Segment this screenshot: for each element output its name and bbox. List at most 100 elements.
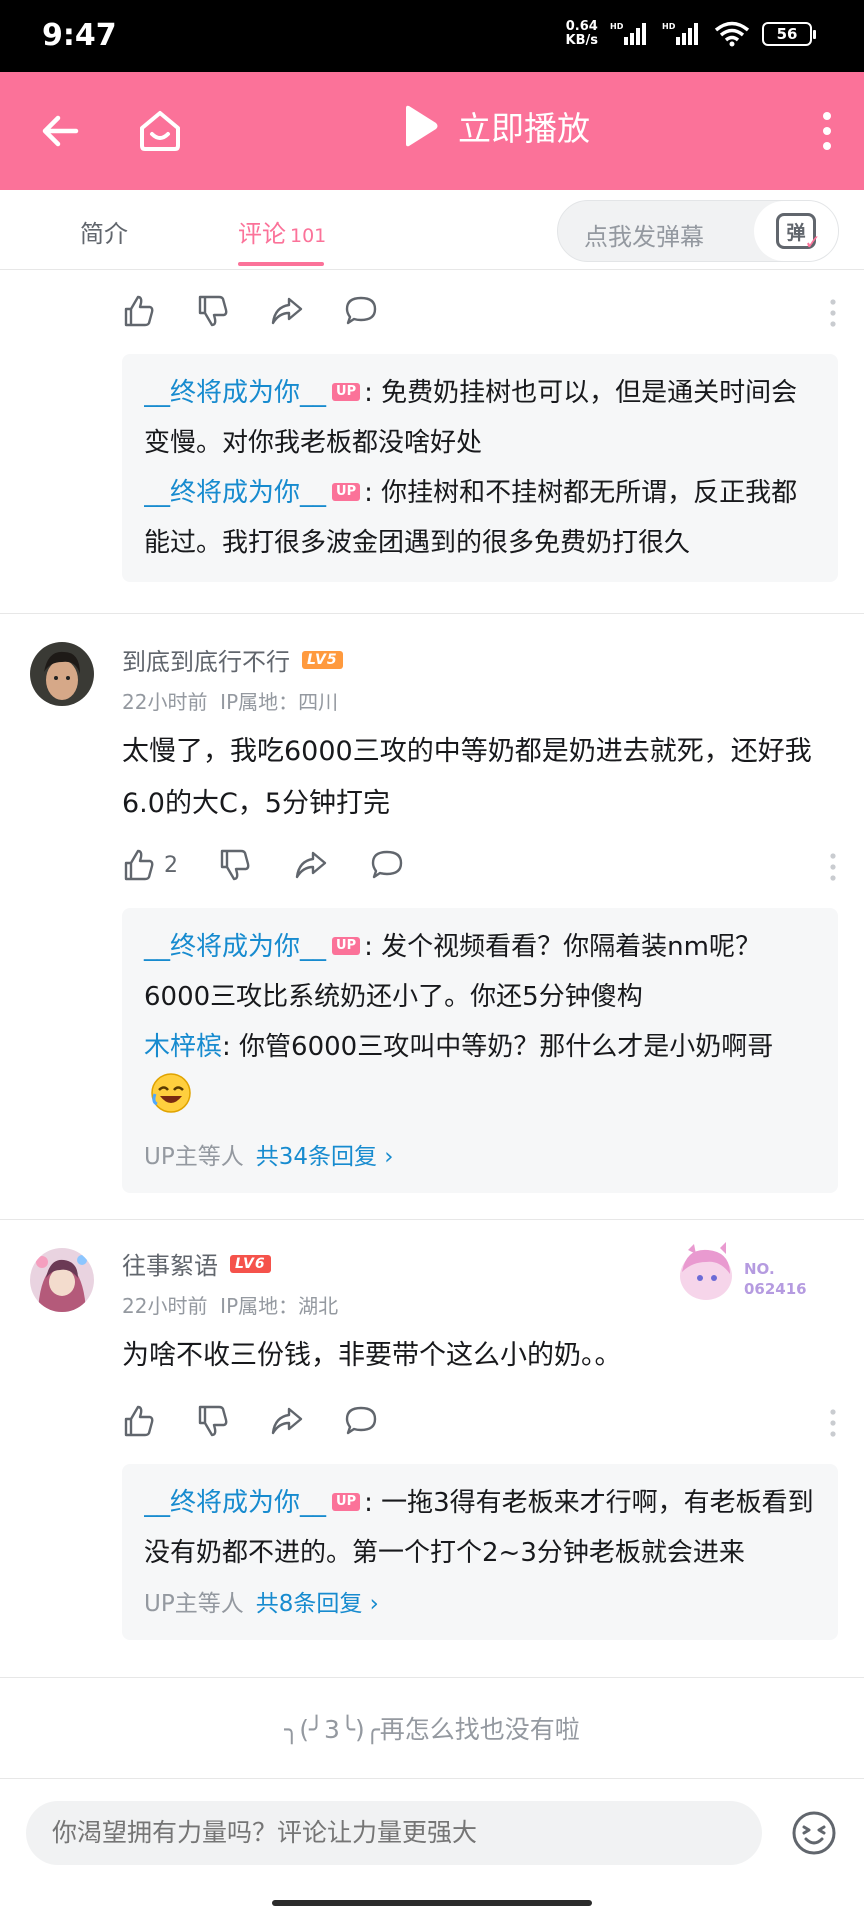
avatar[interactable] <box>30 642 94 706</box>
comment-divider <box>0 613 864 614</box>
tab-intro[interactable]: 简介 <box>80 214 128 249</box>
up-tag: UP <box>332 936 361 955</box>
comment-input-bar <box>0 1778 864 1920</box>
signal-icon: HD <box>610 22 646 45</box>
tab-indicator <box>238 262 324 266</box>
status-icons: 0.64 KB/s HD HD 56 <box>565 19 816 48</box>
fan-medal: NO. 062416 <box>668 1242 818 1312</box>
tab-comments[interactable]: 评论 101 <box>238 214 326 249</box>
comment-divider <box>0 1677 864 1678</box>
home-icon[interactable] <box>134 104 186 156</box>
danmaku-input[interactable]: 点我发弹幕 <box>584 217 704 252</box>
reply-item: __终将成为你__ UP: 你挂树和不挂树都无所谓，反正我都能过。我打很多波金团遇… <box>144 478 798 558</box>
reply-preview[interactable]: __终将成为你__ UP: 一拖3得有老板来才行啊，有老板看到没有奶都不进的。第一… <box>122 1464 838 1640</box>
reply-item: __终将成为你__ UP: 发个视频看看？你隔着装nm呢？6000三攻比系统奶还小… <box>144 932 761 1012</box>
dislike-button[interactable] <box>196 1404 230 1438</box>
video-header: 立即播放 <box>0 72 864 190</box>
thumb-down-icon <box>198 1405 228 1437</box>
comment-actions <box>122 294 840 336</box>
dislike-button[interactable] <box>218 848 252 882</box>
level-badge: LV5 <box>302 650 343 669</box>
end-of-list-hint: ╮(╯3╰)╭再怎么找也没有啦 <box>284 1715 580 1744</box>
share-icon <box>271 1407 303 1435</box>
danmaku-icon: 弹 ✓ <box>776 213 821 254</box>
reply-button[interactable] <box>370 848 404 882</box>
dislike-button[interactable] <box>196 294 230 328</box>
comment-bubble-icon <box>371 850 403 879</box>
reply-button[interactable] <box>344 1404 378 1438</box>
more-vertical-icon[interactable] <box>812 106 842 156</box>
play-now-label: 立即播放 <box>458 109 590 148</box>
reply-button[interactable] <box>344 294 378 328</box>
share-button[interactable] <box>294 848 328 882</box>
comment-more-icon[interactable] <box>828 852 838 882</box>
check-icon: ✓ <box>804 230 821 254</box>
username[interactable]: 往事絮语 <box>122 1246 218 1281</box>
laughing-emoji-icon <box>150 1072 192 1131</box>
reply-preview[interactable]: __终将成为你__ UP: 发个视频看看？你隔着装nm呢？6000三攻比系统奶还小… <box>122 908 838 1193</box>
status-time: 9:47 <box>42 18 117 53</box>
level-badge: LV6 <box>230 1254 271 1273</box>
reply-summary[interactable]: UP主等人 共8条回复 › <box>144 1582 816 1626</box>
comment-user: 往事絮语 LV6 <box>122 1246 271 1281</box>
comment-more-icon[interactable] <box>828 1408 838 1438</box>
comment-text: 太慢了，我吃6000三攻的中等奶都是奶进去就死，还好我6.0的大C，5分钟打完 <box>122 736 812 819</box>
up-tag: UP <box>332 482 361 501</box>
tab-bar: 简介 评论 101 点我发弹幕 弹 ✓ <box>0 190 864 270</box>
comment-actions <box>122 1404 840 1446</box>
share-icon <box>295 851 327 879</box>
thumb-down-icon <box>220 849 250 881</box>
thumb-up-icon <box>124 849 154 881</box>
tab-comments-label: 评论 <box>238 220 286 248</box>
play-icon <box>406 105 438 147</box>
danmaku-toggle-button[interactable]: 弹 ✓ <box>754 201 838 261</box>
signal-icon-2: HD <box>662 22 698 45</box>
svg-text:062416: 062416 <box>744 1280 807 1298</box>
svg-text:NO.: NO. <box>744 1260 775 1278</box>
up-tag: UP <box>332 1492 361 1511</box>
like-button[interactable] <box>122 1404 156 1438</box>
reply-item: __终将成为你__ UP: 一拖3得有老板来才行啊，有老板看到没有奶都不进的。第一… <box>144 1488 814 1568</box>
username[interactable]: 到底到底行不行 <box>122 642 290 677</box>
comment-meta: 22小时前 IP属地：湖北 <box>122 1294 339 1318</box>
like-button[interactable]: 2 <box>122 848 178 882</box>
view-all-replies-link[interactable]: 共8条回复 › <box>256 1591 379 1617</box>
like-count: 2 <box>164 852 178 878</box>
share-button[interactable] <box>270 1404 304 1438</box>
reply-item: __终将成为你__ UP: 免费奶挂树也可以，但是通关时间会变慢。对你我老板都没啥… <box>144 378 798 458</box>
svg-text:HD: HD <box>662 22 676 31</box>
comment-more-icon[interactable] <box>828 298 838 328</box>
comment-text: 为啥不收三份钱，非要带个这么小的奶。。 <box>122 1340 622 1371</box>
anime-badge-icon: NO. 062416 <box>680 1242 807 1300</box>
reply-preview[interactable]: __终将成为你__ UP: 免费奶挂树也可以，但是通关时间会变慢。对你我老板都没啥… <box>122 354 838 582</box>
up-tag: UP <box>332 382 361 401</box>
home-indicator[interactable] <box>272 1900 592 1906</box>
back-arrow-icon[interactable] <box>36 106 86 156</box>
comment-meta: 22小时前 IP属地：四川 <box>122 690 339 714</box>
reply-summary[interactable]: UP主等人 共34条回复 › <box>144 1135 816 1179</box>
thumb-up-icon <box>124 1405 154 1437</box>
comment-count: 101 <box>290 225 327 247</box>
thumb-down-icon <box>198 295 228 327</box>
svg-text:HD: HD <box>610 22 624 31</box>
share-icon <box>271 297 303 325</box>
comment-divider <box>0 1219 864 1220</box>
emoji-icon[interactable] <box>790 1809 838 1857</box>
wifi-icon <box>714 21 750 47</box>
avatar[interactable] <box>30 1248 94 1312</box>
danmaku-box: 点我发弹幕 弹 ✓ <box>557 200 839 262</box>
view-all-replies-link[interactable]: 共34条回复 › <box>256 1144 394 1170</box>
battery-icon: 56 <box>762 22 816 46</box>
comment-input[interactable] <box>26 1801 762 1865</box>
net-speed: 0.64 KB/s <box>565 19 598 48</box>
reply-item: 木梓槟: 你管6000三攻叫中等奶？那什么才是小奶啊哥 <box>144 1022 816 1131</box>
play-now-button[interactable]: 立即播放 <box>400 102 590 150</box>
status-bar: 9:47 0.64 KB/s HD HD 56 <box>0 0 864 72</box>
thumb-up-icon <box>124 295 154 327</box>
like-button[interactable] <box>122 294 156 328</box>
comment-bubble-icon <box>345 1406 377 1435</box>
share-button[interactable] <box>270 294 304 328</box>
comment-user: 到底到底行不行 LV5 <box>122 642 343 677</box>
comment-bubble-icon <box>345 296 377 325</box>
comment-actions: 2 <box>122 848 840 890</box>
